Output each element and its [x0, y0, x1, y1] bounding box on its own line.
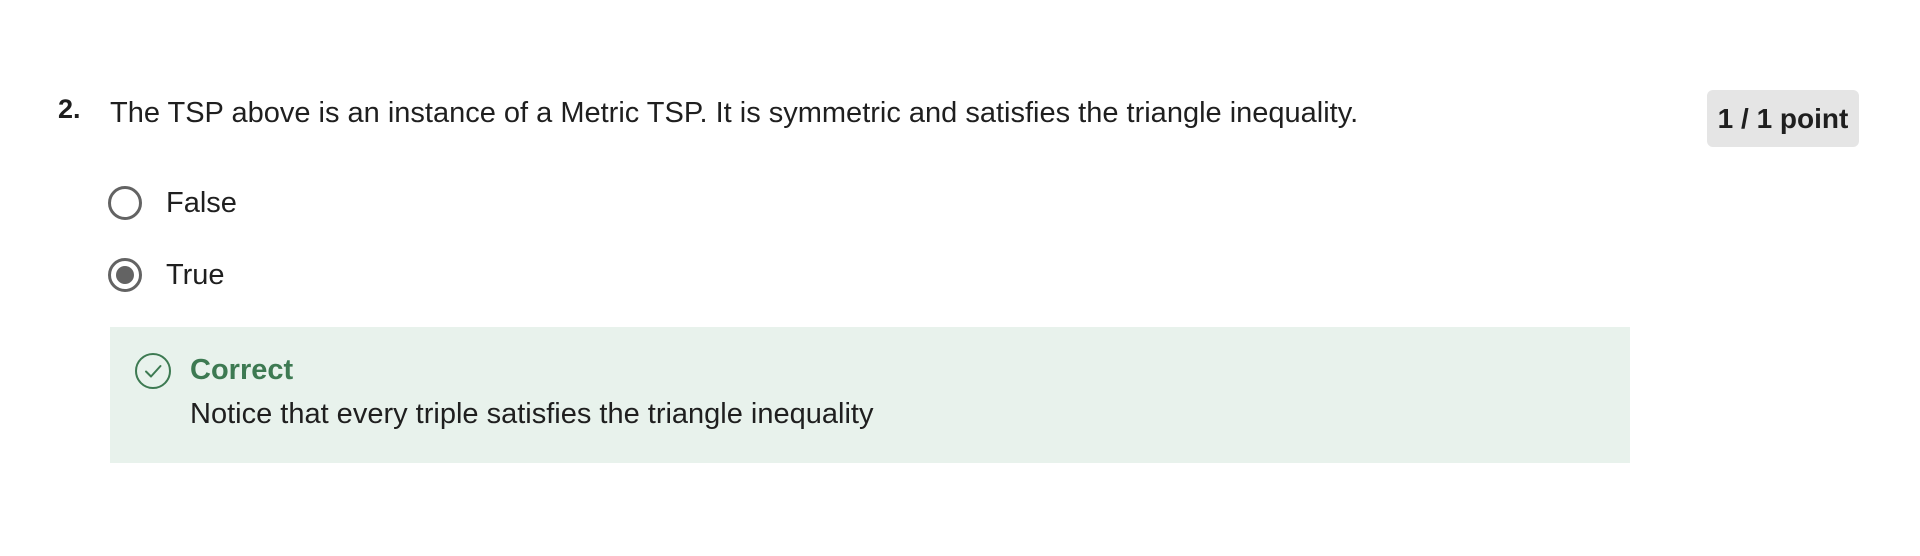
- option-label: False: [166, 186, 237, 219]
- question-number: 2.: [58, 94, 81, 124]
- option-true[interactable]: True: [108, 258, 225, 292]
- radio-dot: [116, 266, 134, 284]
- question-text: The TSP above is an instance of a Metric…: [110, 97, 1359, 129]
- option-label: True: [166, 258, 225, 291]
- points-badge: 1 / 1 point: [1707, 90, 1859, 147]
- quiz-question: 2. The TSP above is an instance of a Met…: [0, 0, 1920, 556]
- radio-button-selected[interactable]: [108, 258, 142, 292]
- feedback-box: Correct Notice that every triple satisfi…: [110, 327, 1630, 463]
- option-false[interactable]: False: [108, 186, 237, 220]
- feedback-message: Notice that every triple satisfies the t…: [190, 398, 874, 430]
- check-circle-icon: [135, 353, 171, 389]
- radio-button-unselected[interactable]: [108, 186, 142, 220]
- feedback-status: Correct: [190, 354, 294, 386]
